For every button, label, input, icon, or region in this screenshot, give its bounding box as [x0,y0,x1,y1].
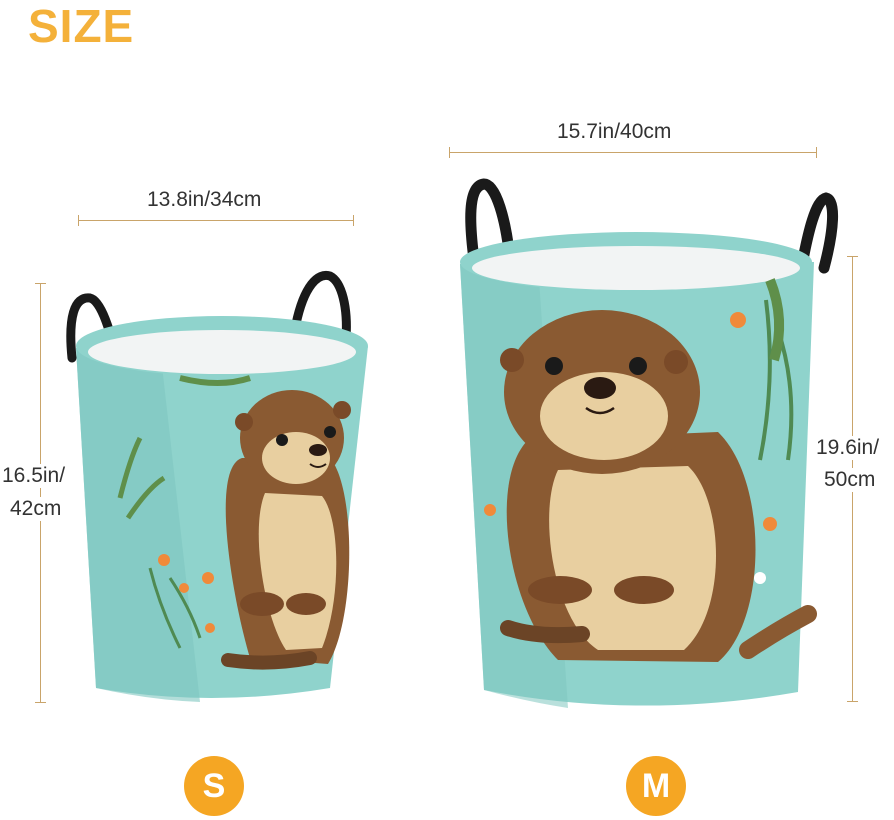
medium-basket-otter-illustration [460,178,839,708]
size-badge-s: S [184,756,244,816]
small-width-label: 13.8in/34cm [147,188,262,211]
size-badge-m: M [626,756,686,816]
small-height-line [35,283,46,703]
medium-width-label: 15.7in/40cm [557,120,672,143]
small-height-label-1: 16.5in/ [0,464,68,488]
small-height-label-2: 42cm [8,497,64,521]
medium-width-line [449,147,817,158]
page-title: SIZE [28,0,135,52]
small-width-line [78,215,354,226]
small-basket-otter-illustration [66,270,368,702]
